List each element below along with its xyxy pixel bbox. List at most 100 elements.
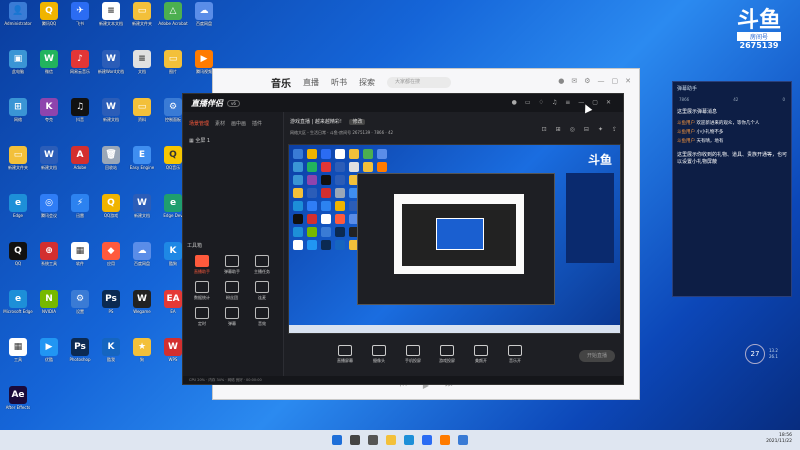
- desktop-icon[interactable]: ▭ 新建文件夹: [126, 2, 158, 36]
- message-icon[interactable]: ▭: [525, 99, 531, 106]
- desktop-icon[interactable]: ◎ 腾讯会议: [33, 194, 65, 228]
- tool-button[interactable]: 数据统计: [187, 281, 217, 301]
- broadcast-button[interactable]: 游戏投屏: [436, 345, 458, 364]
- scene-item[interactable]: ▦ 全屏 1: [189, 137, 277, 144]
- desktop-icon[interactable]: Ps Photoshop: [64, 338, 96, 372]
- minimize-icon[interactable]: —: [598, 77, 605, 85]
- desktop-icon[interactable]: Q 腾讯QQ: [33, 2, 65, 36]
- chat-user[interactable]: 斗鱼用户: [677, 121, 695, 126]
- desktop-icon[interactable]: ▦ 软件: [64, 242, 96, 276]
- wand-icon[interactable]: ✦: [598, 126, 603, 133]
- desktop-icon[interactable]: ☁ 百度网盘: [126, 242, 158, 276]
- tab-music[interactable]: 音乐: [271, 75, 291, 90]
- edit-button[interactable]: 修改: [349, 119, 366, 125]
- settings-icon[interactable]: ⚙: [584, 77, 590, 85]
- room-title[interactable]: 游戏直播 | 越来越精彩!: [290, 119, 342, 125]
- desktop-icon[interactable]: ⚙ 设置: [64, 290, 96, 324]
- desktop-icon[interactable]: W 微信: [33, 50, 65, 84]
- system-clock[interactable]: 18:56 2021/11/22: [766, 433, 792, 445]
- desktop-icon[interactable]: ▭ 新建文件夹: [2, 146, 34, 180]
- music-app-icon[interactable]: [458, 435, 468, 445]
- desktop-icon[interactable]: K 夸克: [33, 98, 65, 132]
- shirt-icon[interactable]: ♢: [538, 99, 543, 106]
- desktop-icon[interactable]: 👤 Administrator: [2, 2, 34, 36]
- mail-icon[interactable]: ✉: [571, 77, 577, 85]
- bell-icon[interactable]: ♫: [552, 99, 557, 106]
- lock-icon[interactable]: ⊡: [542, 126, 547, 133]
- tool-button[interactable]: 弹幕: [217, 307, 247, 327]
- music-search-input[interactable]: 大家都在搜: [387, 76, 451, 88]
- broadcast-button[interactable]: 美颜开: [470, 345, 492, 364]
- desktop-icon[interactable]: e Microsoft Edge: [2, 290, 34, 324]
- desktop-icon[interactable]: ▦ 工具: [2, 338, 34, 372]
- tab-audiobook[interactable]: 听书: [331, 77, 347, 88]
- broadcast-button[interactable]: 直播屏幕: [334, 345, 356, 364]
- tool-button[interactable]: 连麦: [247, 281, 277, 301]
- desktop-icon[interactable]: ▣ 此电脑: [2, 50, 34, 84]
- desktop-icon[interactable]: W新建文档: [126, 194, 158, 228]
- avatar[interactable]: ●: [558, 77, 564, 85]
- tab-plugin[interactable]: 插件: [252, 120, 262, 127]
- maximize-icon[interactable]: ▢: [612, 77, 619, 85]
- desktop-icon[interactable]: ▭ 图片: [157, 50, 189, 84]
- tab-material[interactable]: 素材: [215, 120, 225, 127]
- close-icon[interactable]: ✕: [625, 77, 631, 85]
- tab-scene[interactable]: 场景管理: [189, 120, 209, 127]
- tab-explore[interactable]: 探索: [359, 77, 375, 88]
- broadcast-button[interactable]: 摄像头: [368, 345, 390, 364]
- chat-user[interactable]: 斗鱼用户: [677, 139, 695, 144]
- desktop-icon[interactable]: Ae After Effects: [2, 386, 34, 420]
- tab-live[interactable]: 直播: [303, 77, 319, 88]
- tab-pip[interactable]: 画中画: [231, 120, 246, 127]
- chat-user[interactable]: 斗鱼用户: [677, 130, 695, 135]
- tool-button[interactable]: 定时: [187, 307, 217, 327]
- menu-icon[interactable]: ≡: [565, 99, 570, 106]
- record-icon[interactable]: ◎: [570, 126, 575, 133]
- desktop-icon[interactable]: ◆ 应用: [95, 242, 127, 276]
- desktop-icon[interactable]: N NVIDIA: [33, 290, 65, 324]
- desktop-icon[interactable]: ▭ 资料: [126, 98, 158, 132]
- desktop-icon[interactable]: ✈ 飞书: [64, 2, 96, 36]
- desktop-icon[interactable]: ▶ 优酷: [33, 338, 65, 372]
- desktop-icon[interactable]: W Wegame: [126, 290, 158, 324]
- weather-widget[interactable]: 27 13.2 26.1: [745, 344, 778, 364]
- desktop-icon[interactable]: ≡ 文档: [126, 50, 158, 84]
- desktop-icon[interactable]: ⊞ 网络: [2, 98, 34, 132]
- streaming-app-window[interactable]: 直播伴侣 v6 ● ▭ ♢ ♫ ≡ — ▢ ✕ 场景管理 素材 画中画 插件 ▦…: [182, 93, 624, 385]
- desktop-icon[interactable]: 🗑 回收站: [95, 146, 127, 180]
- tool-button[interactable]: 粉丝团: [217, 281, 247, 301]
- screenshot-icon[interactable]: ⊟: [584, 126, 589, 133]
- close-icon[interactable]: ✕: [606, 99, 611, 106]
- tool-button[interactable]: 直播助手: [187, 255, 217, 275]
- task-view-icon[interactable]: [368, 435, 378, 445]
- maximize-icon[interactable]: ▢: [592, 99, 598, 106]
- desktop-icon[interactable]: Ps PS: [95, 290, 127, 324]
- layout-icon[interactable]: ⊞: [556, 126, 561, 133]
- desktop-icon[interactable]: ★ 狗: [126, 338, 158, 372]
- stream-preview[interactable]: 斗鱼: [288, 144, 621, 334]
- start-live-button[interactable]: 开始直播: [579, 350, 615, 362]
- avatar-icon[interactable]: ●: [512, 99, 517, 106]
- start-icon[interactable]: [332, 435, 342, 445]
- desktop-icon[interactable]: W新建文档: [95, 98, 127, 132]
- desktop-icon[interactable]: ♪ 网易云音乐: [64, 50, 96, 84]
- desktop-icon[interactable]: Q QQ: [2, 242, 34, 276]
- desktop-icon[interactable]: K 酷我: [95, 338, 127, 372]
- desktop-icon[interactable]: ≡ 新建文本文档: [95, 2, 127, 36]
- desktop-icon[interactable]: ☁ 百度网盘: [188, 2, 220, 36]
- search-icon[interactable]: [350, 435, 360, 445]
- tool-button[interactable]: 主播任务: [247, 255, 277, 275]
- broadcast-button[interactable]: 音乐开: [504, 345, 526, 364]
- desktop-icon[interactable]: △ Adobe Acrobat: [157, 2, 189, 36]
- tool-button[interactable]: 音效: [247, 307, 277, 327]
- streaming-app-icon[interactable]: [440, 435, 450, 445]
- desktop-icon[interactable]: e Edge: [2, 194, 34, 228]
- edge-icon[interactable]: [404, 435, 414, 445]
- desktop-icon[interactable]: A Adobe: [64, 146, 96, 180]
- desktop-icon[interactable]: ♫ 抖音: [64, 98, 96, 132]
- desktop-icon[interactable]: ⊕ 系统工具: [33, 242, 65, 276]
- tool-button[interactable]: 弹幕助手: [217, 255, 247, 275]
- desktop-icon[interactable]: ⚡ 迅雷: [64, 194, 96, 228]
- desktop-icon[interactable]: W新建文档: [33, 146, 65, 180]
- desktop-icon[interactable]: E Easy Engine: [126, 146, 158, 180]
